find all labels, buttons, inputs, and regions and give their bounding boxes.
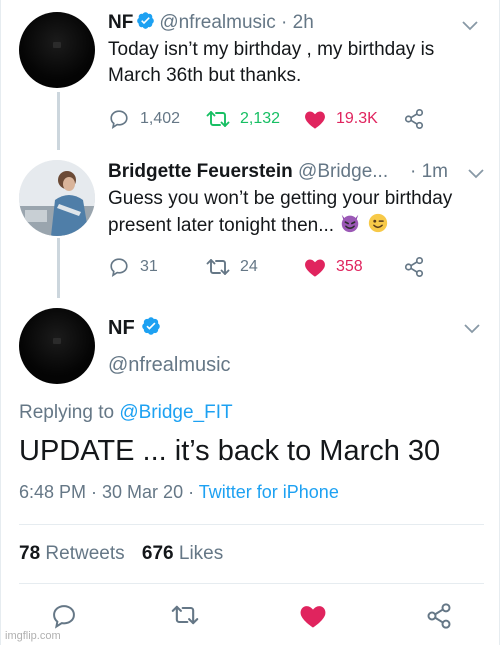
avatar[interactable] xyxy=(19,12,95,88)
handle[interactable]: @Bridge... xyxy=(298,161,388,182)
tweet-text-line: Today isn’t my birthday , my birthday is xyxy=(108,39,435,60)
reply-button[interactable]: 31 xyxy=(108,255,158,279)
timestamp[interactable]: 6:48 PM · 30 Mar 20 · xyxy=(19,482,194,502)
like-button[interactable] xyxy=(299,603,327,633)
display-name[interactable]: NF xyxy=(108,317,135,339)
like-button[interactable]: 19.3K xyxy=(304,107,378,131)
reply-count: 31 xyxy=(140,258,158,275)
tweet-nf-first[interactable]: NF @nfrealmusic · 2h Today isn’t my birth… xyxy=(1,0,500,150)
winking-face-emoji xyxy=(367,212,389,242)
retweet-icon xyxy=(206,111,230,127)
retweet-count: 24 xyxy=(240,258,258,275)
tweet-actions: 31 24 358 xyxy=(108,255,438,279)
tweet-stats: 78 Retweets 676 Likes xyxy=(19,543,223,565)
retweet-icon xyxy=(171,605,199,625)
tweet-text: Today isn’t my birthday , my birthday is… xyxy=(108,37,488,89)
smiling-devil-emoji xyxy=(339,212,361,242)
avatar[interactable] xyxy=(19,308,95,384)
retweets-label: Retweets xyxy=(45,543,125,564)
handle-time[interactable]: @nfrealmusic · 2h xyxy=(159,12,313,33)
retweet-button[interactable]: 2,132 xyxy=(206,107,280,131)
tweet-thread: NF @nfrealmusic · 2h Today isn’t my birth… xyxy=(0,0,500,645)
heart-icon xyxy=(300,606,326,628)
likes-label: Likes xyxy=(178,543,224,564)
retweet-button[interactable]: 24 xyxy=(206,255,258,279)
retweet-button[interactable] xyxy=(171,602,199,633)
display-name[interactable]: Bridgette Feuerstein xyxy=(108,161,293,182)
likes-count: 676 xyxy=(141,543,174,564)
divider xyxy=(19,583,484,584)
replying-to: Replying to @Bridge_FIT xyxy=(19,402,233,424)
focus-actions xyxy=(1,602,500,632)
watermark: imgflip.com xyxy=(5,630,61,642)
like-button[interactable]: 358 xyxy=(304,255,363,279)
tweet-header: Bridgette Feuerstein @Bridge... xyxy=(108,161,388,183)
tweet-actions: 1,402 2,132 19.3K xyxy=(108,107,438,131)
share-button[interactable] xyxy=(403,107,425,131)
source-link[interactable]: Twitter for iPhone xyxy=(199,482,339,502)
tweet-text-segment: present later tonight then... xyxy=(108,215,335,236)
like-count: 358 xyxy=(336,258,363,275)
reply-icon xyxy=(110,258,128,277)
replying-to-link[interactable]: @Bridge_FIT xyxy=(119,402,232,423)
retweets-count: 78 xyxy=(19,543,41,564)
divider xyxy=(19,524,484,525)
share-icon xyxy=(404,109,424,129)
thread-line xyxy=(57,238,60,298)
verified-icon xyxy=(136,11,155,36)
replying-to-label: Replying to xyxy=(19,402,115,423)
tweet-header: NF @nfrealmusic · 2h xyxy=(108,11,314,36)
retweet-icon xyxy=(206,259,230,275)
chevron-down-icon[interactable] xyxy=(467,168,485,180)
tweet-meta: 6:48 PM · 30 Mar 20 · Twitter for iPhone xyxy=(19,482,339,503)
verified-icon xyxy=(141,316,161,342)
chevron-down-icon[interactable] xyxy=(463,323,481,335)
reply-icon xyxy=(53,605,75,629)
handle[interactable]: @nfrealmusic xyxy=(108,354,231,377)
avatar[interactable] xyxy=(19,160,95,236)
tweet-bridgette[interactable]: Bridgette Feuerstein @Bridge... · 1m Gue… xyxy=(1,150,500,298)
timestamp[interactable]: · 1m xyxy=(410,161,448,183)
share-icon xyxy=(427,603,451,629)
tweet-text-line: Guess you won’t be getting your birthday xyxy=(108,188,453,209)
focus-tweet-text: UPDATE ... it’s back to March 30 xyxy=(19,435,441,467)
heart-icon xyxy=(305,259,325,277)
display-name[interactable]: NF xyxy=(108,12,133,33)
retweet-count: 2,132 xyxy=(240,110,281,127)
like-count: 19.3K xyxy=(336,110,378,127)
tweet-text-line: March 36th but thanks. xyxy=(108,65,302,86)
reply-icon xyxy=(110,110,128,129)
chevron-down-icon[interactable] xyxy=(461,20,479,32)
tweet-text-line: present later tonight then... xyxy=(108,212,488,242)
heart-icon xyxy=(305,111,325,129)
retweets-stat[interactable]: 78 Retweets xyxy=(19,543,125,564)
thread-line xyxy=(57,92,60,150)
focus-name-row: NF xyxy=(108,316,165,342)
share-icon xyxy=(404,257,424,277)
reply-button[interactable]: 1,402 xyxy=(108,107,180,131)
likes-stat[interactable]: 676 Likes xyxy=(142,543,223,564)
reply-count: 1,402 xyxy=(140,110,181,127)
tweet-text: Guess you won’t be getting your birthday… xyxy=(108,186,488,242)
share-button[interactable] xyxy=(403,255,425,279)
avatar-photo xyxy=(19,160,95,236)
share-button[interactable] xyxy=(425,602,453,635)
